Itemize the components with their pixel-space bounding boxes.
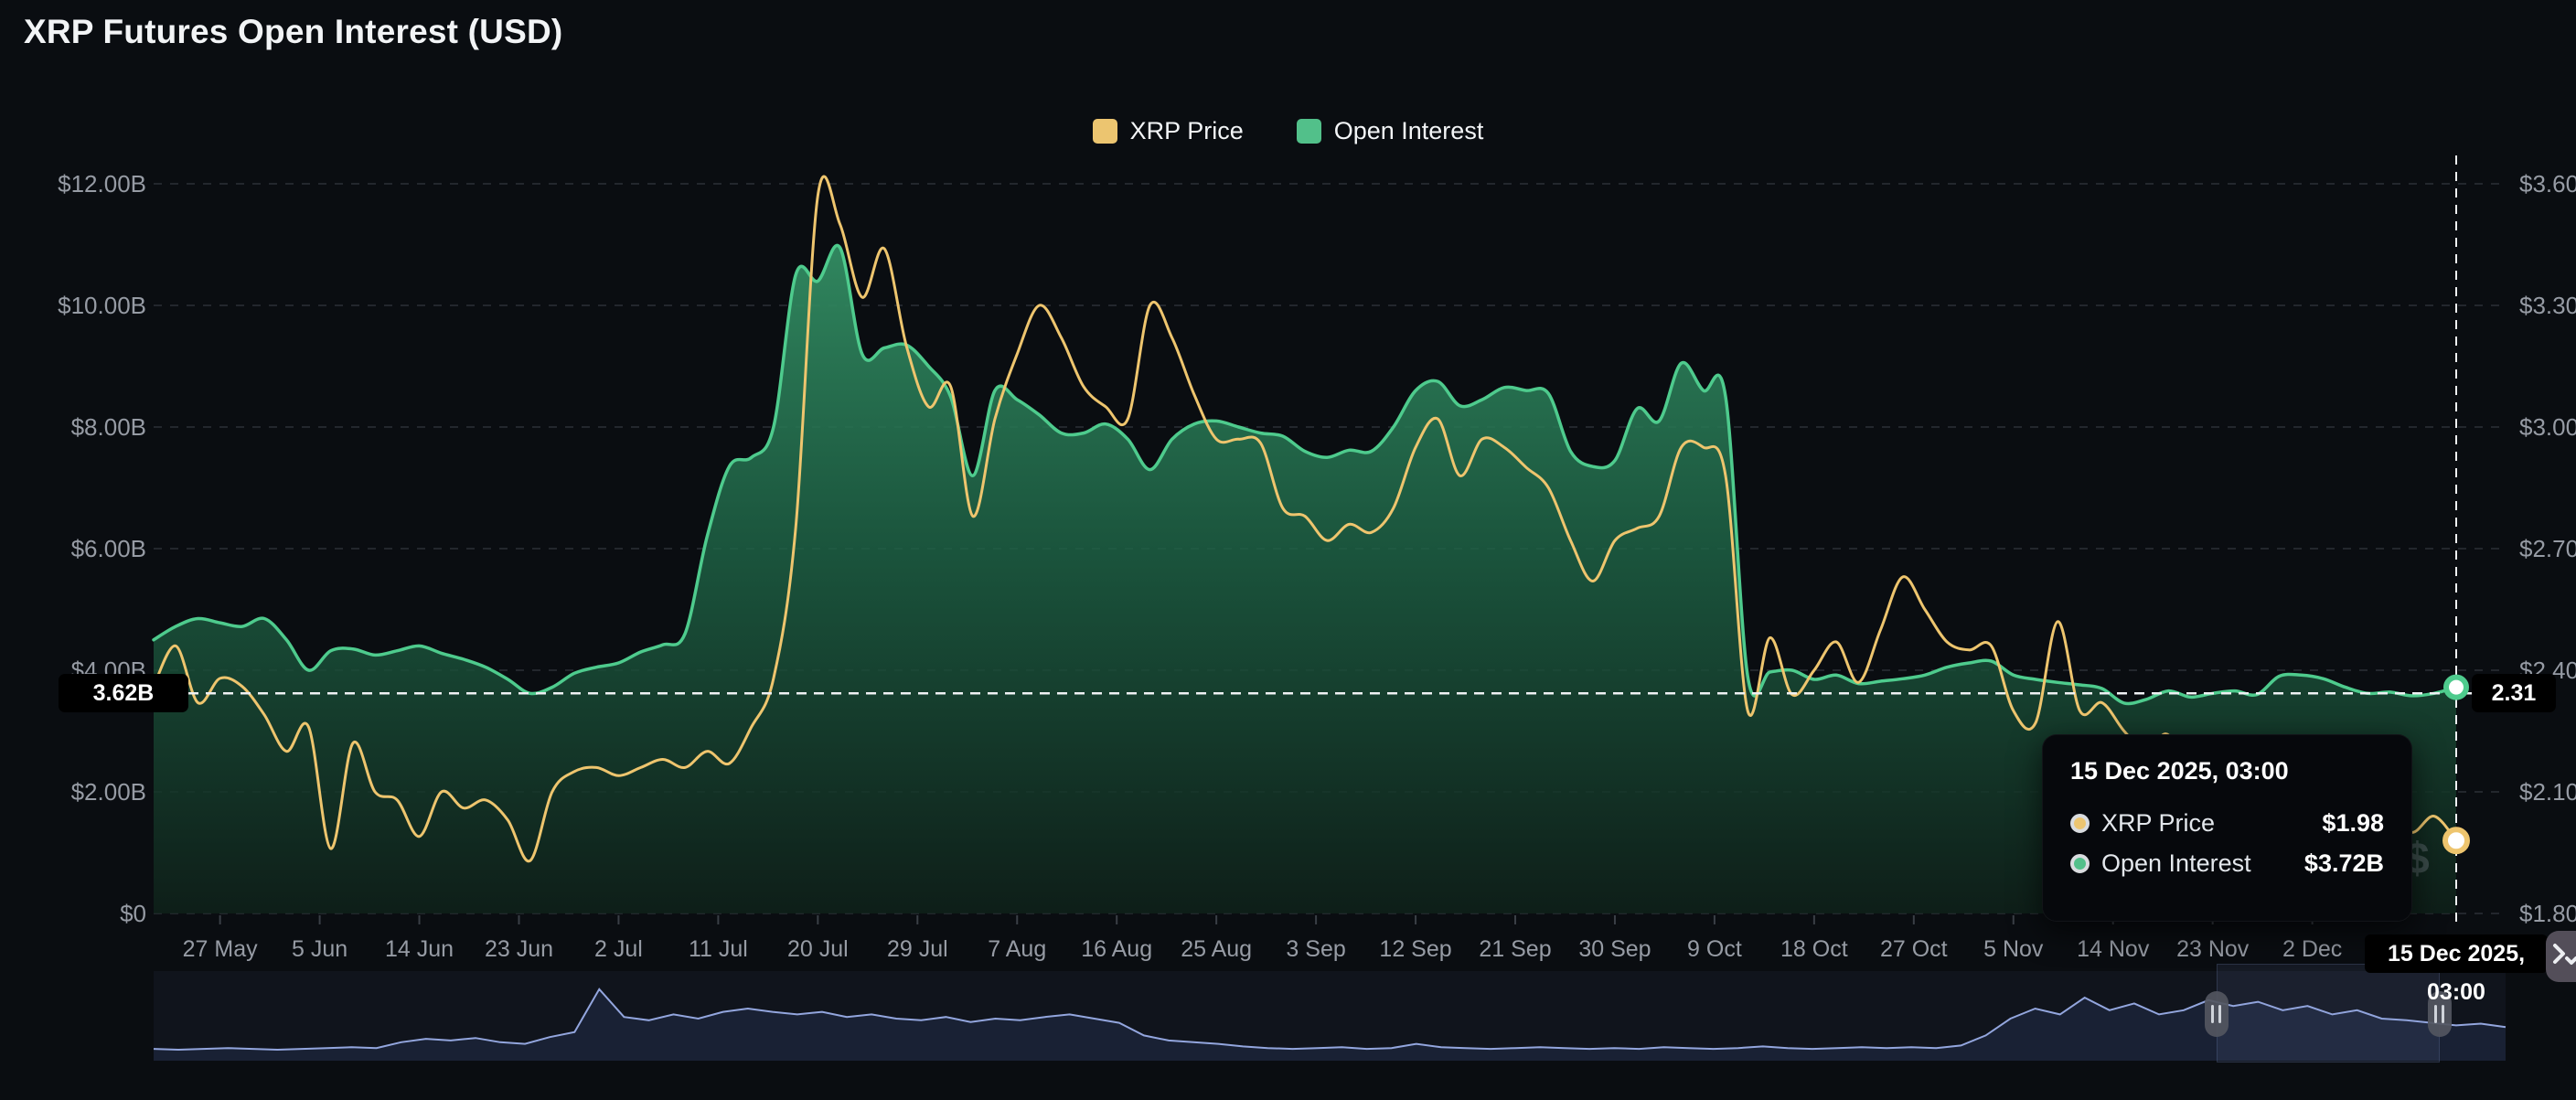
y-axis-label-right: $1.80 <box>2519 898 2576 929</box>
handle-grip-icon <box>2211 1005 2214 1023</box>
tooltip-row-open-interest: Open Interest $3.72B <box>2070 849 2384 878</box>
navigator-window[interactable] <box>2217 964 2440 1063</box>
tooltip-label-open-interest: Open Interest <box>2101 849 2251 878</box>
y-axis-label-left: $2.00B <box>9 776 146 807</box>
x-axis-label: 2 Dec <box>2244 934 2381 965</box>
tooltip-row-price: XRP Price $1.98 <box>2070 809 2384 838</box>
open-interest-dot-icon <box>2070 854 2090 873</box>
y-axis-label-right: $2.70 <box>2519 533 2576 564</box>
y-axis-label-left: $8.00B <box>9 411 146 443</box>
crosshair-date-label: 15 Dec 2025, 03:00 <box>2365 934 2548 973</box>
last-point-dot-price <box>2445 829 2467 851</box>
y-axis-label-left: $12.00B <box>9 168 146 199</box>
tooltip-title: 15 Dec 2025, 03:00 <box>2070 757 2384 785</box>
tooltip-value-open-interest: $3.72B <box>2304 849 2384 878</box>
tooltip-label-price: XRP Price <box>2101 809 2215 838</box>
xrp-price-dot-icon <box>2070 814 2090 833</box>
y-axis-label-left: $6.00B <box>9 533 146 564</box>
collapse-panel-button[interactable] <box>2546 931 2576 982</box>
oi-marker-label: 3.62B <box>59 674 188 712</box>
y-axis-label-right: $3.00 <box>2519 411 2576 443</box>
handle-grip-icon <box>2218 1005 2221 1023</box>
y-axis-label-left: $10.00B <box>9 290 146 321</box>
tooltip: 15 Dec 2025, 03:00 XRP Price $1.98 Open … <box>2042 734 2412 922</box>
collapse-arrows-icon <box>2551 940 2576 973</box>
page-root: XRP Futures Open Interest (USD) XRP Pric… <box>0 0 2576 1100</box>
last-point-dot-open-interest <box>2446 678 2466 698</box>
price-marker-label: 2.31 <box>2472 674 2556 712</box>
y-axis-label-right: $2.10 <box>2519 776 2576 807</box>
navigator-handle-left[interactable] <box>2205 991 2229 1037</box>
y-axis-label-right: $3.60 <box>2519 168 2576 199</box>
y-axis-label-right: $3.30 <box>2519 290 2576 321</box>
tooltip-value-price: $1.98 <box>2322 809 2384 838</box>
y-axis-label-left: $0 <box>9 898 146 929</box>
